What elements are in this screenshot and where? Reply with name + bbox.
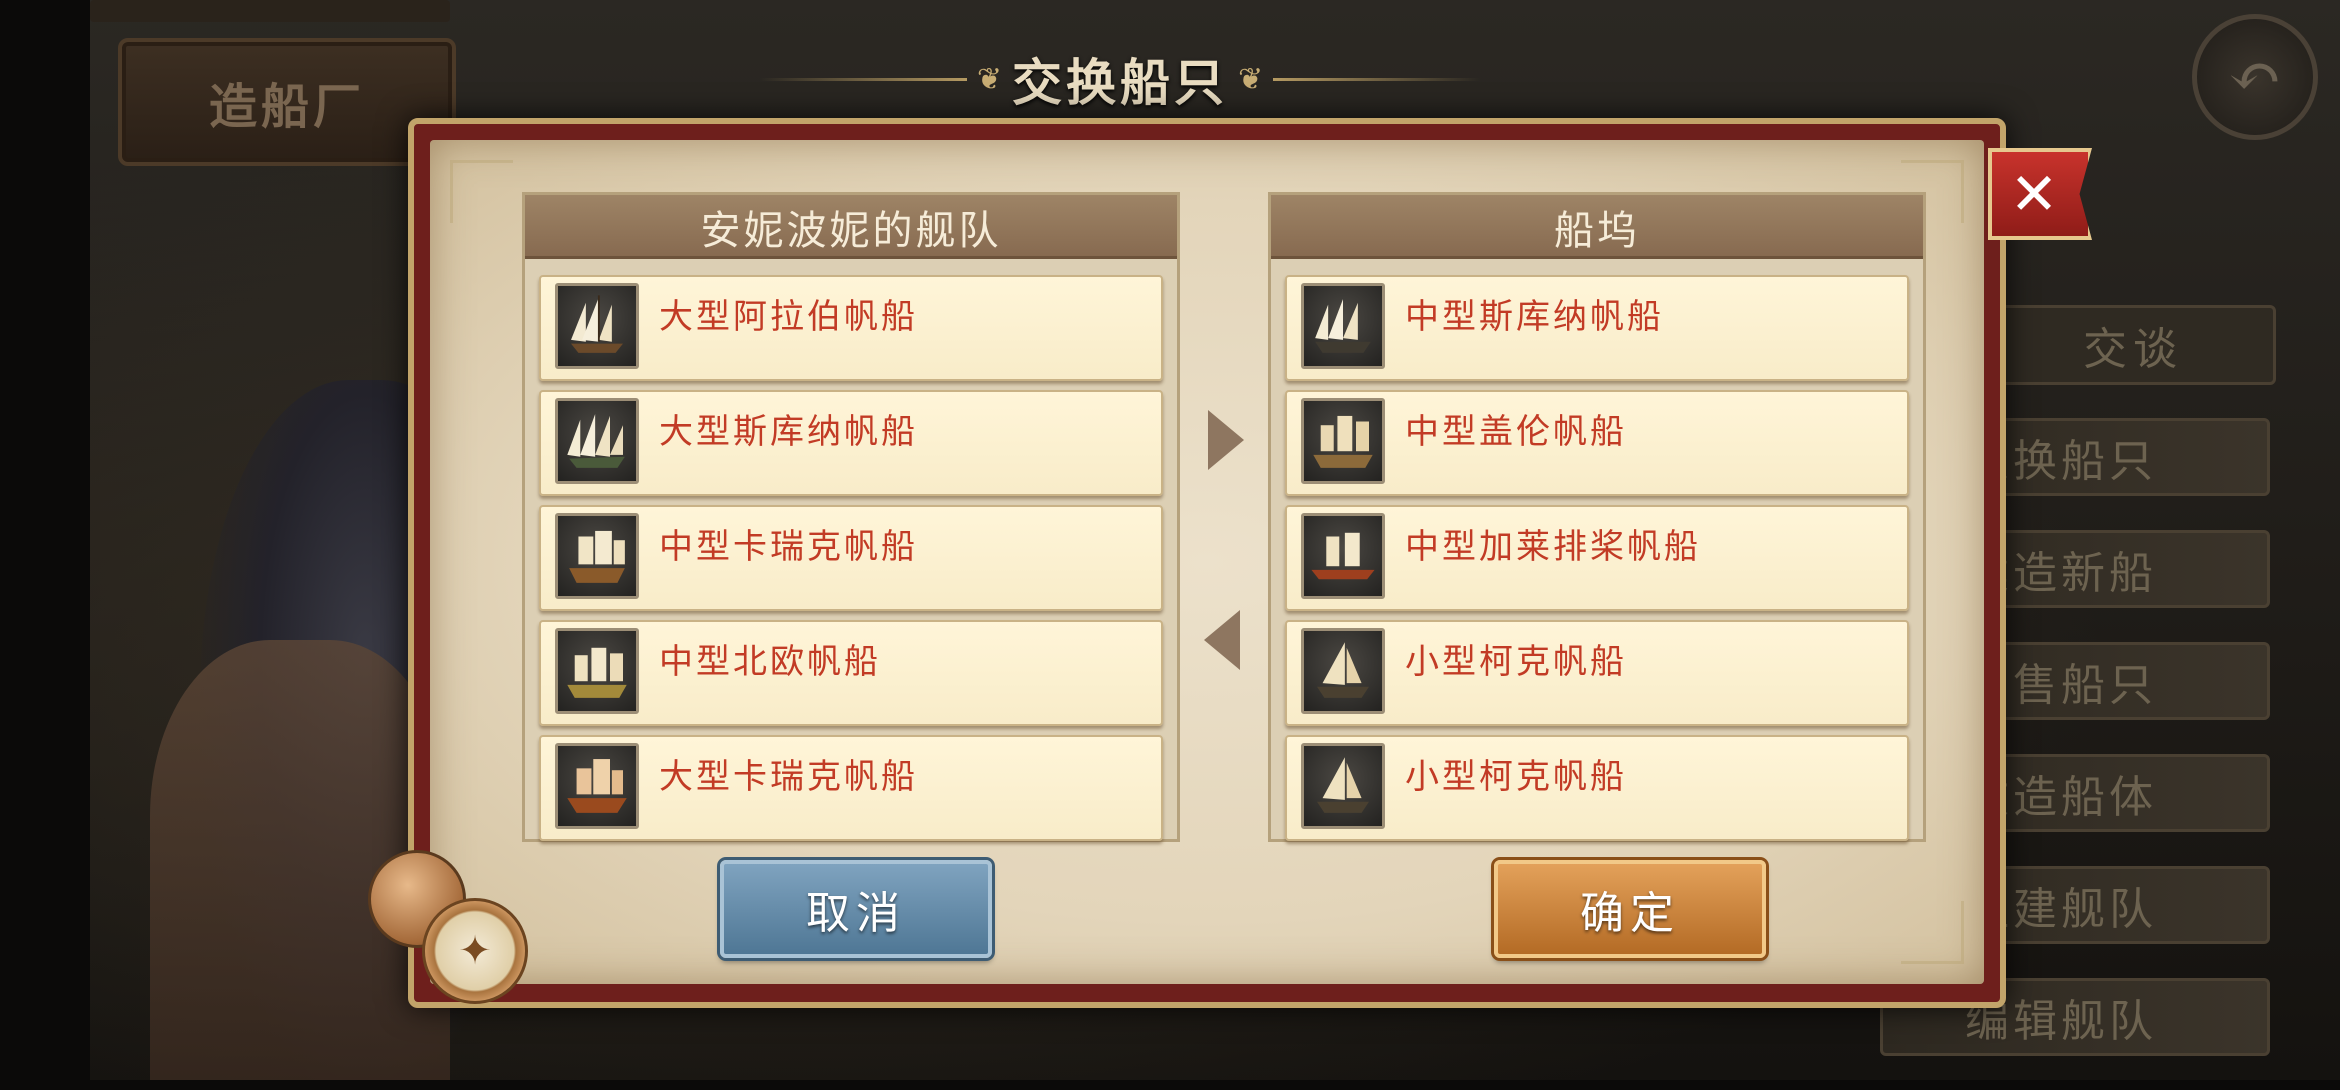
sign-hanger: [90, 0, 450, 22]
title-divider-left: [760, 77, 967, 81]
dock-ship-row[interactable]: 中型盖伦帆船: [1285, 390, 1909, 496]
ship-name: 中型斯库纳帆船: [1405, 297, 1664, 337]
ship-name: 大型卡瑞克帆船: [659, 757, 918, 797]
ship-icon: [555, 283, 639, 369]
dialog-title: 交换船只: [1012, 53, 1228, 112]
side-menu-talk: 交谈: [1990, 305, 2276, 385]
dialog-title-bar: ❦ 交换船只 ❦: [760, 44, 1480, 114]
dock-ship-row[interactable]: 小型柯克帆船: [1285, 735, 1909, 841]
ship-icon: [555, 398, 639, 484]
ship-icon: [1301, 398, 1385, 484]
fleet-panel-header: 安妮波妮的舰队: [525, 195, 1177, 259]
back-arrow-icon: ↶: [2228, 40, 2282, 114]
fleet-ship-row[interactable]: 大型阿拉伯帆船: [539, 275, 1163, 381]
fleet-ship-row[interactable]: 中型北欧帆船: [539, 620, 1163, 726]
fleet-ship-row[interactable]: 大型斯库纳帆船: [539, 390, 1163, 496]
dock-ship-row[interactable]: 小型柯克帆船: [1285, 620, 1909, 726]
ship-name: 小型柯克帆船: [1405, 757, 1627, 797]
ship-icon: [1301, 283, 1385, 369]
flourish-icon: ❦: [1238, 61, 1264, 97]
title-divider-right: [1273, 77, 1480, 81]
shipyard-sign: 造船厂: [118, 38, 456, 166]
ship-icon: [1301, 513, 1385, 599]
ship-icon: [555, 513, 639, 599]
dock-panel: 船坞 中型斯库纳帆船 中型盖伦帆船 中型加莱排桨帆船 小型柯克帆船 小型柯克帆船: [1268, 192, 1926, 842]
ship-icon: [1301, 628, 1385, 714]
corner-ornament: [450, 160, 513, 223]
fleet-ship-row[interactable]: 大型卡瑞克帆船: [539, 735, 1163, 841]
side-menu-talk-label: 交谈: [2083, 324, 2183, 375]
dock-ship-row[interactable]: 中型加莱排桨帆船: [1285, 505, 1909, 611]
confirm-button[interactable]: 确定: [1494, 860, 1766, 958]
compass-icon: ✦: [422, 898, 528, 1004]
fleet-ship-row[interactable]: 中型卡瑞克帆船: [539, 505, 1163, 611]
close-button[interactable]: ✕: [1988, 148, 2092, 240]
shipyard-sign-label: 造船厂: [208, 79, 365, 135]
flourish-icon: ❦: [976, 61, 1002, 97]
fleet-panel: 安妮波妮的舰队 大型阿拉伯帆船 大型斯库纳帆船 中型卡瑞克帆船 中型北欧帆船 大…: [522, 192, 1180, 842]
ship-icon: [555, 628, 639, 714]
ship-icon: [1301, 743, 1385, 829]
ship-name: 中型卡瑞克帆船: [659, 527, 918, 567]
ship-name: 中型加莱排桨帆船: [1405, 527, 1701, 567]
move-right-arrow-icon[interactable]: [1208, 410, 1244, 470]
back-button[interactable]: ↶: [2192, 14, 2318, 140]
dock-panel-header: 船坞: [1271, 195, 1923, 259]
ship-name: 大型斯库纳帆船: [659, 412, 918, 452]
dock-ship-row[interactable]: 中型斯库纳帆船: [1285, 275, 1909, 381]
ship-name: 大型阿拉伯帆船: [659, 297, 918, 337]
cancel-button[interactable]: 取消: [720, 860, 992, 958]
close-icon: ✕: [2009, 160, 2059, 228]
move-left-arrow-icon[interactable]: [1204, 610, 1240, 670]
fleet-ship-list: 大型阿拉伯帆船 大型斯库纳帆船 中型卡瑞克帆船 中型北欧帆船 大型卡瑞克帆船: [525, 259, 1177, 841]
ship-name: 小型柯克帆船: [1405, 642, 1627, 682]
dock-ship-list: 中型斯库纳帆船 中型盖伦帆船 中型加莱排桨帆船 小型柯克帆船 小型柯克帆船: [1271, 259, 1923, 841]
ship-name: 中型北欧帆船: [659, 642, 881, 682]
ship-icon: [555, 743, 639, 829]
ship-name: 中型盖伦帆船: [1405, 412, 1627, 452]
corner-ornament: [1901, 901, 1964, 964]
